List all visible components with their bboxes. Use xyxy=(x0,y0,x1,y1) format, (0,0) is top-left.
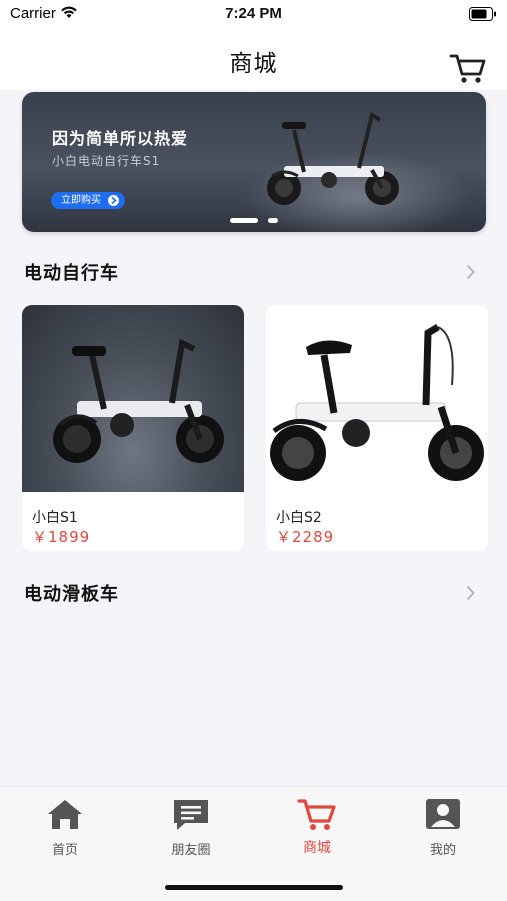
product-image xyxy=(22,305,244,492)
tab-mall[interactable]: 商城 xyxy=(254,787,380,859)
cart-icon xyxy=(297,797,337,837)
tab-me[interactable]: 我的 xyxy=(380,787,506,859)
section-header-ebike[interactable]: 电动自行车 xyxy=(0,257,507,287)
buy-now-button[interactable]: 立即购买 xyxy=(51,192,125,209)
chat-icon xyxy=(171,797,211,837)
page-dot-active xyxy=(230,218,258,223)
tab-home[interactable]: 首页 xyxy=(2,787,128,859)
product-card[interactable]: 小白S2 ￥2289 xyxy=(266,305,488,551)
tab-label: 朋友圈 xyxy=(171,843,211,858)
nav-bar: 商城 xyxy=(0,28,507,90)
product-name: 小白S2 xyxy=(276,510,322,526)
product-image xyxy=(266,305,488,492)
tab-label: 我的 xyxy=(429,843,456,858)
page-dot xyxy=(268,218,278,223)
product-name: 小白S1 xyxy=(32,510,78,526)
promo-banner[interactable]: 因为简单所以热爱 小白电动自行车S1 立即购买 xyxy=(22,92,486,232)
section-header-scooter[interactable]: 电动滑板车 xyxy=(0,578,507,608)
product-price: ￥1899 xyxy=(32,528,91,546)
bike-image xyxy=(254,110,414,214)
chevron-right-icon xyxy=(466,585,475,605)
status-bar: Carrier 7:24 PM xyxy=(0,0,507,28)
arrow-right-icon xyxy=(108,195,119,206)
tab-bar: 首页 朋友圈 商城 我的 xyxy=(0,786,507,901)
section-title: 电动自行车 xyxy=(24,263,119,284)
tab-moments[interactable]: 朋友圈 xyxy=(128,787,254,859)
page-title: 商城 xyxy=(229,51,278,77)
battery-icon xyxy=(469,6,497,25)
profile-icon xyxy=(423,797,463,835)
section-title: 电动滑板车 xyxy=(24,584,119,605)
product-card[interactable]: 小白S1 ￥1899 xyxy=(22,305,244,551)
home-icon xyxy=(45,797,85,835)
cart-icon[interactable] xyxy=(449,52,487,86)
banner-title: 因为简单所以热爱 xyxy=(52,129,189,148)
chevron-right-icon xyxy=(466,264,475,284)
product-price: ￥2289 xyxy=(276,528,335,546)
banner-subtitle: 小白电动自行车S1 xyxy=(52,154,161,168)
buy-now-label: 立即购买 xyxy=(61,195,101,206)
clock: 7:24 PM xyxy=(225,5,282,22)
tab-label: 商城 xyxy=(303,840,331,856)
home-indicator xyxy=(165,885,343,890)
tab-label: 首页 xyxy=(51,843,78,858)
